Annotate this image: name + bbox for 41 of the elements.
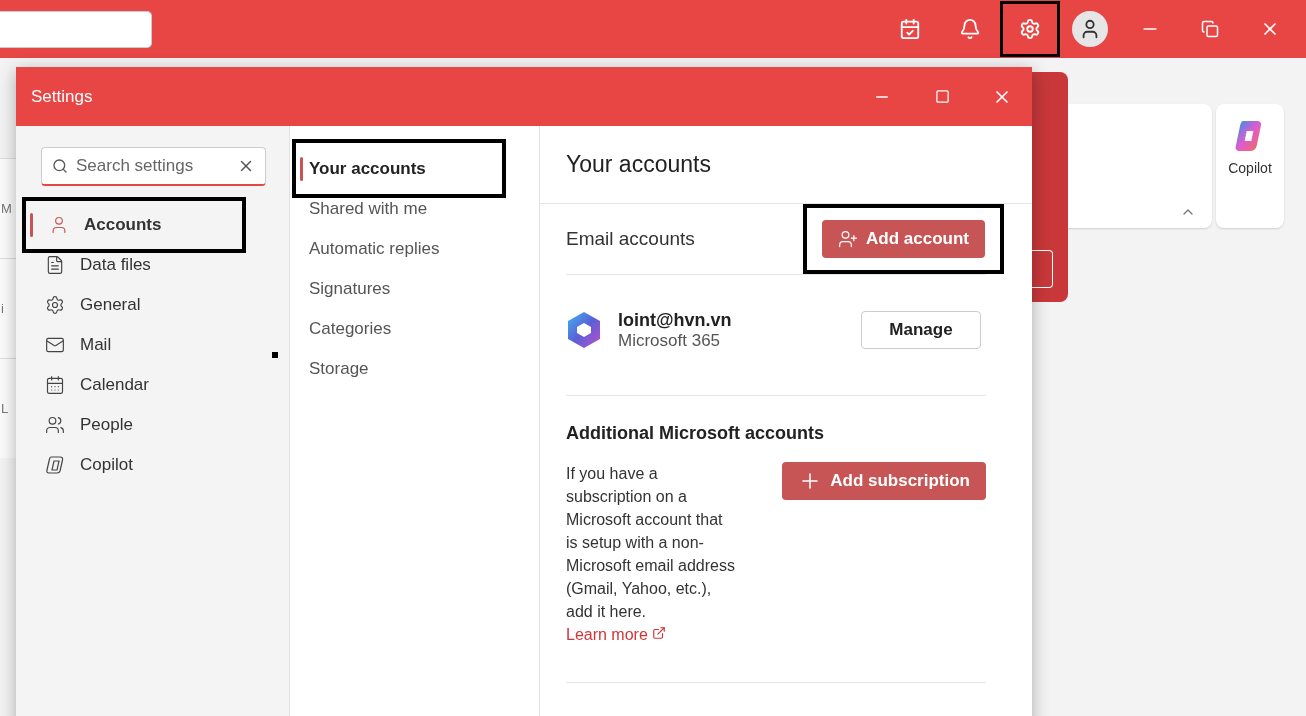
copilot-card[interactable]: Copilot xyxy=(1216,104,1284,228)
subcategory-item[interactable]: Categories xyxy=(290,309,540,349)
settings-button[interactable] xyxy=(1000,1,1060,57)
gear-icon xyxy=(1019,18,1041,40)
section-title: Email accounts xyxy=(566,228,695,250)
learn-more-link[interactable]: Learn more xyxy=(566,626,667,643)
page-heading: Your accounts xyxy=(540,126,1032,204)
category-item[interactable]: Copilot xyxy=(28,445,274,485)
gear-icon xyxy=(45,295,65,315)
list-text: L xyxy=(1,401,9,416)
document-icon xyxy=(45,255,65,275)
microsoft-365-logo xyxy=(566,311,602,349)
people-icon xyxy=(45,415,65,435)
section-title: Additional Microsoft accounts xyxy=(566,423,825,444)
category-item[interactable]: Mail xyxy=(28,325,274,365)
calendar-icon xyxy=(45,375,65,395)
subcategory-item[interactable]: Signatures xyxy=(290,269,540,309)
category-item[interactable]: General xyxy=(28,285,274,325)
subcategory-item[interactable]: Automatic replies xyxy=(290,229,540,269)
search-field[interactable]: Search settings xyxy=(74,155,231,177)
account-type: Microsoft 365 xyxy=(618,330,722,351)
description-text: If you have a subscription on a Microsoft account that is setup with a non-Microsoft email address (Gmail, Yahoo, etc.), add it here. Learn more xyxy=(566,464,736,645)
category-item[interactable]: People xyxy=(28,405,274,445)
external-link-icon xyxy=(652,626,667,640)
mail-icon xyxy=(45,335,65,355)
add-person-icon xyxy=(838,229,859,249)
search-box[interactable]: Search settings xyxy=(41,147,266,186)
subcategory-item[interactable]: Your accounts xyxy=(292,139,506,198)
account-email: loint@hvn.vn xyxy=(618,309,733,331)
search-icon xyxy=(52,158,68,174)
window-title: Settings xyxy=(31,86,94,107)
category-item[interactable]: Calendar xyxy=(28,365,274,405)
list-text: M xyxy=(1,201,12,216)
add-subscription-button[interactable]: Add subscription xyxy=(782,462,986,500)
search-field[interactable] xyxy=(0,10,152,48)
category-item[interactable]: Accounts xyxy=(22,197,246,253)
list-text: i xyxy=(1,301,4,316)
copilot-icon xyxy=(45,455,65,475)
subcategory-item[interactable]: Storage xyxy=(290,349,540,389)
add-account-button[interactable]: Add account xyxy=(822,220,985,258)
manage-button[interactable]: Manage xyxy=(861,311,981,349)
